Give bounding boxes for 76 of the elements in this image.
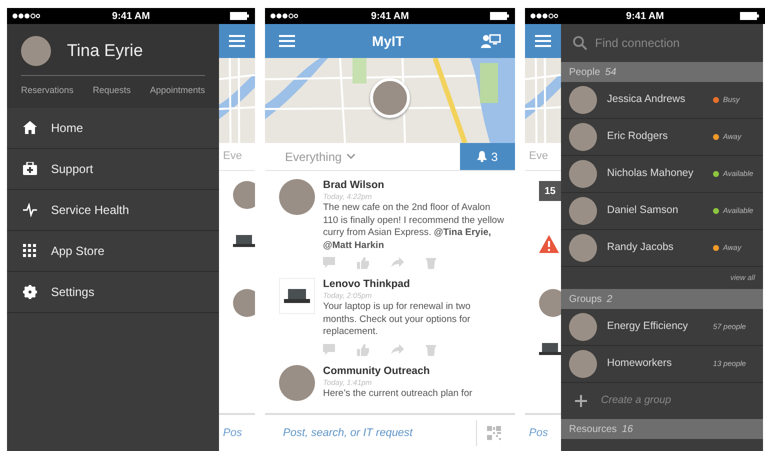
photo-placeholder[interactable] xyxy=(21,36,51,66)
laptop-icon xyxy=(284,289,310,303)
trash-icon[interactable] xyxy=(426,257,436,269)
app-title: MyIT xyxy=(371,32,405,51)
photo-placeholder xyxy=(569,234,597,262)
drawer-link[interactable]: Requests xyxy=(92,84,131,98)
comment-icon[interactable] xyxy=(323,257,335,268)
search-icon xyxy=(573,36,587,50)
home-icon xyxy=(23,120,37,134)
connection-name: Nicholas Mahoney xyxy=(607,166,694,182)
menu-icon[interactable] xyxy=(229,35,245,47)
composer-field[interactable]: Post, search, or IT request xyxy=(283,424,476,442)
photo-placeholder xyxy=(569,197,597,225)
menu-icon[interactable] xyxy=(279,35,295,47)
section-title: Resources xyxy=(569,422,617,436)
battery-icon xyxy=(740,12,760,20)
photo-placeholder xyxy=(279,364,315,400)
photo-placeholder xyxy=(569,313,597,341)
search-field[interactable]: Find connection xyxy=(595,34,745,52)
section-title: People xyxy=(569,66,600,80)
connection-name: Energy Efficiency xyxy=(607,319,689,334)
photo-placeholder xyxy=(569,123,597,151)
status-time: 9:41 AM xyxy=(371,10,409,24)
bell-icon xyxy=(477,151,488,162)
photo-placeholder xyxy=(279,179,315,215)
person-screen-icon[interactable] xyxy=(481,34,501,48)
post-author: Lenovo Thinkpad xyxy=(323,278,411,291)
share-icon[interactable] xyxy=(391,257,404,267)
section-count: 16 xyxy=(622,422,633,436)
thumbs-up-icon[interactable] xyxy=(357,344,369,356)
user-name: Tina Eyrie xyxy=(67,40,143,62)
comment-icon[interactable] xyxy=(323,344,335,354)
photo-placeholder xyxy=(569,86,597,114)
drawer-link[interactable]: Reservations xyxy=(21,84,74,98)
connection-name: Homeworkers xyxy=(607,356,673,372)
grid-icon xyxy=(23,244,37,258)
post-text: Here’s the current outreach plan for xyxy=(323,388,474,400)
section-count: 54 xyxy=(605,66,616,80)
post-text: The new cafe on the 2nd floor of Avalon 110 is finally open! I recommend the yellow curry from Asian Express. @Tina Eryie, @Matt Harkin xyxy=(323,202,505,252)
status-time: 9:41 AM xyxy=(626,10,664,24)
notifications-button[interactable]: 3 xyxy=(460,143,515,170)
signal-icon xyxy=(270,13,298,19)
filter-label: Everything xyxy=(285,148,342,166)
connection-name: Randy Jacobs xyxy=(607,240,675,256)
post-text: Your laptop is up for renewal in two months. Check out your options for replacement. xyxy=(323,301,472,338)
photo-placeholder xyxy=(569,350,597,378)
share-icon[interactable] xyxy=(391,344,404,354)
connection-name: Daniel Samson xyxy=(607,203,680,218)
trash-icon[interactable] xyxy=(426,344,436,356)
connection-name: Eric Rodgers xyxy=(607,129,669,144)
post-author: Community Outreach xyxy=(323,364,431,378)
status-time: 9:41 AM xyxy=(112,10,150,24)
photo-placeholder xyxy=(233,181,255,209)
section-title: Groups xyxy=(569,292,602,306)
photo-placeholder xyxy=(569,160,597,188)
settings-icon xyxy=(23,284,37,298)
connection-name: Jessica Andrews xyxy=(607,92,686,108)
photo-placeholder xyxy=(233,289,255,317)
battery-icon xyxy=(230,12,250,20)
qr-code-icon[interactable] xyxy=(487,426,501,440)
post-author: Brad Wilson xyxy=(323,179,386,192)
first-aid-kit-icon xyxy=(23,162,37,176)
menu-icon[interactable] xyxy=(535,35,551,47)
battery-icon xyxy=(490,12,510,20)
section-count: 2 xyxy=(606,292,612,306)
notification-count: 3 xyxy=(491,148,498,166)
menu-item[interactable]: Support xyxy=(7,148,219,190)
laptop-icon xyxy=(233,235,255,247)
signal-icon xyxy=(12,13,40,19)
signal-icon xyxy=(530,13,558,19)
drawer-link[interactable]: Appointments xyxy=(150,84,205,98)
chevron-down-icon xyxy=(346,154,355,159)
thumbs-up-icon[interactable] xyxy=(357,257,369,269)
pulse-icon xyxy=(23,202,37,216)
plus-icon xyxy=(575,395,587,407)
calendar-icon: 15 xyxy=(539,181,561,201)
